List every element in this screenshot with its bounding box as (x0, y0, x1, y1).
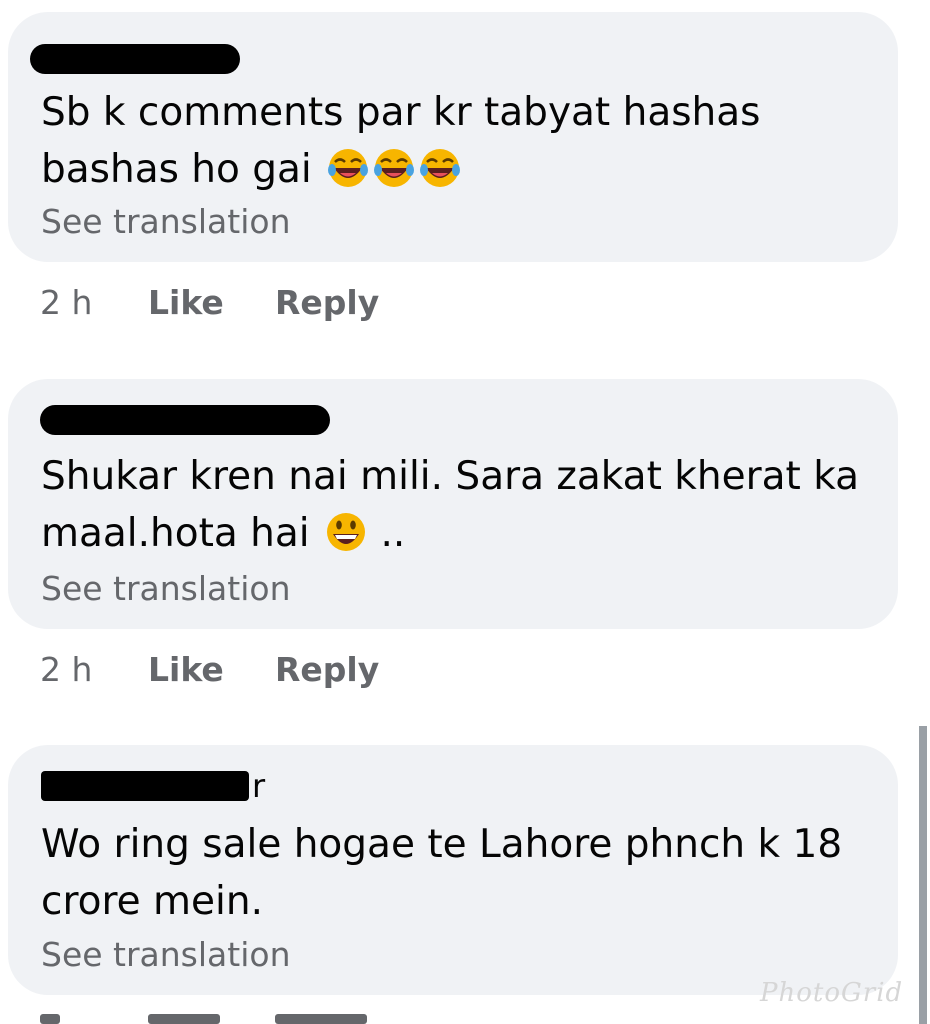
comment-text-body: Shukar kren nai mili. Sara zakat kherat … (41, 454, 859, 556)
see-translation-link[interactable]: See translation (41, 202, 290, 241)
see-translation-link[interactable]: See translation (41, 935, 290, 974)
face-with-tears-of-joy-icon (328, 149, 369, 187)
comment-author-visible: r (252, 767, 266, 805)
redacted-author-name (41, 771, 249, 801)
face-with-tears-of-joy-icon (374, 149, 415, 187)
reply-button-partial[interactable] (275, 1014, 367, 1024)
comment-text: Shukar kren nai mili. Sara zakat kherat … (41, 448, 868, 562)
comment-timestamp: 2 h (40, 283, 93, 322)
like-button[interactable]: Like (148, 283, 224, 322)
comment-text: Wo ring sale hogae te Lahore phnch k 18 … (41, 816, 868, 930)
comment-timestamp: 2 h (40, 650, 93, 689)
face-with-tears-of-joy-icon (420, 149, 461, 187)
see-translation-link[interactable]: See translation (41, 569, 290, 608)
comments-screen: Sb k comments par kr tabyat hashas basha… (0, 0, 930, 1024)
like-button[interactable]: Like (148, 650, 224, 689)
reply-button[interactable]: Reply (275, 283, 379, 322)
like-button-partial[interactable] (148, 1014, 220, 1024)
comment-text-suffix: .. (368, 511, 406, 556)
comment-bubble[interactable]: Sb k comments par kr tabyat hashas basha… (8, 12, 898, 262)
comment-bubble[interactable]: Shukar kren nai mili. Sara zakat kherat … (8, 379, 898, 629)
reply-button[interactable]: Reply (275, 650, 379, 689)
redacted-author-name (30, 44, 240, 74)
photogrid-watermark: PhotoGrid (760, 978, 904, 1008)
redacted-author-name (40, 405, 330, 435)
comment-bubble[interactable]: r Wo ring sale hogae te Lahore phnch k 1… (8, 745, 898, 995)
comment-text-body: Wo ring sale hogae te Lahore phnch k 18 … (41, 822, 843, 924)
scrollbar[interactable] (919, 726, 927, 1024)
comment-text: Sb k comments par kr tabyat hashas basha… (41, 84, 868, 198)
grinning-face-icon (327, 513, 366, 551)
comment-timestamp-partial (40, 1014, 60, 1024)
